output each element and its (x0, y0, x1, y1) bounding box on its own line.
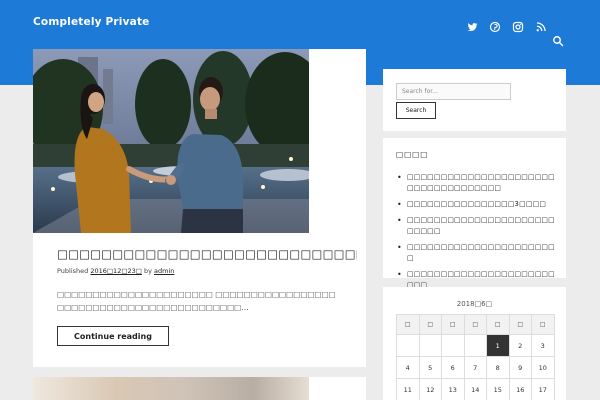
recent-posts-list: □□□□□□□□□□□□□□□□□□□□□□□□□□□□□□□□□□□□ □□□… (397, 172, 557, 296)
calendar-day: 5 (418, 356, 442, 379)
recent-posts-heading: □□□□ (396, 150, 429, 159)
calendar-widget: 2018□6□ □ □ □ □ □ □ □ 1 2 3 4 5 6 7 8 9 … (383, 287, 566, 400)
calendar-day: 17 (531, 378, 555, 400)
calendar-day: 11 (396, 378, 420, 400)
calendar-week-row: 11 12 13 14 15 16 17 (396, 378, 555, 400)
calendar-day: 7 (463, 356, 487, 379)
weekday-label: □ (531, 314, 555, 335)
calendar-day: 3 (531, 334, 555, 357)
recent-post-link[interactable]: □□□□□□□□□□□□□□□□□□□□□□□□□□□ (397, 215, 557, 237)
search-button[interactable]: Search (396, 102, 436, 119)
recent-post-link[interactable]: □□□□□□□□□□□□□□□□□□□□□□□ (397, 242, 557, 264)
calendar-day: 16 (508, 378, 532, 400)
calendar-week-row: 4 5 6 7 8 9 10 (396, 356, 555, 379)
continue-reading-button[interactable]: Continue reading (57, 326, 169, 346)
recent-posts-widget: □□□□ □□□□□□□□□□□□□□□□□□□□□□□□□□□□□□□□□□□… (383, 138, 566, 289)
twitter-icon[interactable] (466, 18, 478, 31)
by-label: by (141, 267, 154, 275)
post-card: □□□□□□□□□□□□□□□□□□□□□□□□□□□□□□□□□□ Publi… (33, 49, 366, 367)
weekday-label: □ (508, 314, 532, 335)
calendar-weekday-row: □ □ □ □ □ □ □ (396, 314, 555, 335)
rss-icon[interactable] (535, 18, 547, 32)
published-label: Published (57, 267, 91, 275)
calendar-day (396, 334, 420, 357)
social-links (466, 18, 547, 33)
author-link[interactable]: admin (154, 267, 174, 275)
post-card (33, 377, 366, 400)
search-icon[interactable] (552, 32, 564, 47)
calendar-day (463, 334, 487, 357)
instagram-icon[interactable] (512, 18, 524, 33)
calendar-day: 10 (531, 356, 555, 379)
weekday-label: □ (396, 314, 420, 335)
calendar-day: 12 (418, 378, 442, 400)
calendar-day: 4 (396, 356, 420, 379)
calendar-caption: 2018□6□ (456, 300, 493, 308)
calendar-day: 6 (441, 356, 465, 379)
post-meta: Published 2016□12□23□ by admin (57, 267, 174, 275)
weekday-label: □ (418, 314, 442, 335)
calendar-day: 9 (508, 356, 532, 379)
recent-post-link[interactable]: □□□□□□□□□□□□□□□□3□□□□ (397, 199, 557, 210)
calendar-day: 13 (441, 378, 465, 400)
calendar-grid: □ □ □ □ □ □ □ 1 2 3 4 5 6 7 8 9 10 11 12… (396, 314, 555, 400)
weekday-label: □ (486, 314, 510, 335)
pinterest-icon[interactable] (489, 18, 501, 33)
calendar-week-row: 1 2 3 (396, 334, 555, 357)
weekday-label: □ (441, 314, 465, 335)
post-title[interactable]: □□□□□□□□□□□□□□□□□□□□□□□□□□□□□□□□□□ (57, 246, 357, 262)
search-widget: Search for... Search (383, 69, 566, 131)
search-input[interactable]: Search for... (396, 83, 511, 100)
calendar-day-today: 1 (486, 334, 510, 357)
post-excerpt: □□□□□□□□□□□□□□□□□□□□□□ □□□□□□□□□□□□□□□□□… (57, 290, 336, 312)
post-date-link[interactable]: 2016□12□23□ (90, 267, 142, 275)
calendar-day: 8 (486, 356, 510, 379)
post-featured-image[interactable] (33, 49, 309, 233)
calendar-day (418, 334, 442, 357)
weekday-label: □ (463, 314, 487, 335)
post-featured-image[interactable] (33, 377, 309, 400)
calendar-day: 15 (486, 378, 510, 400)
calendar-day: 2 (508, 334, 532, 357)
calendar-day (441, 334, 465, 357)
site-title[interactable]: Completely Private (33, 16, 149, 28)
calendar-day: 14 (463, 378, 487, 400)
recent-post-link[interactable]: □□□□□□□□□□□□□□□□□□□□□□□□□□□□□□□□□□□□ (397, 172, 557, 194)
